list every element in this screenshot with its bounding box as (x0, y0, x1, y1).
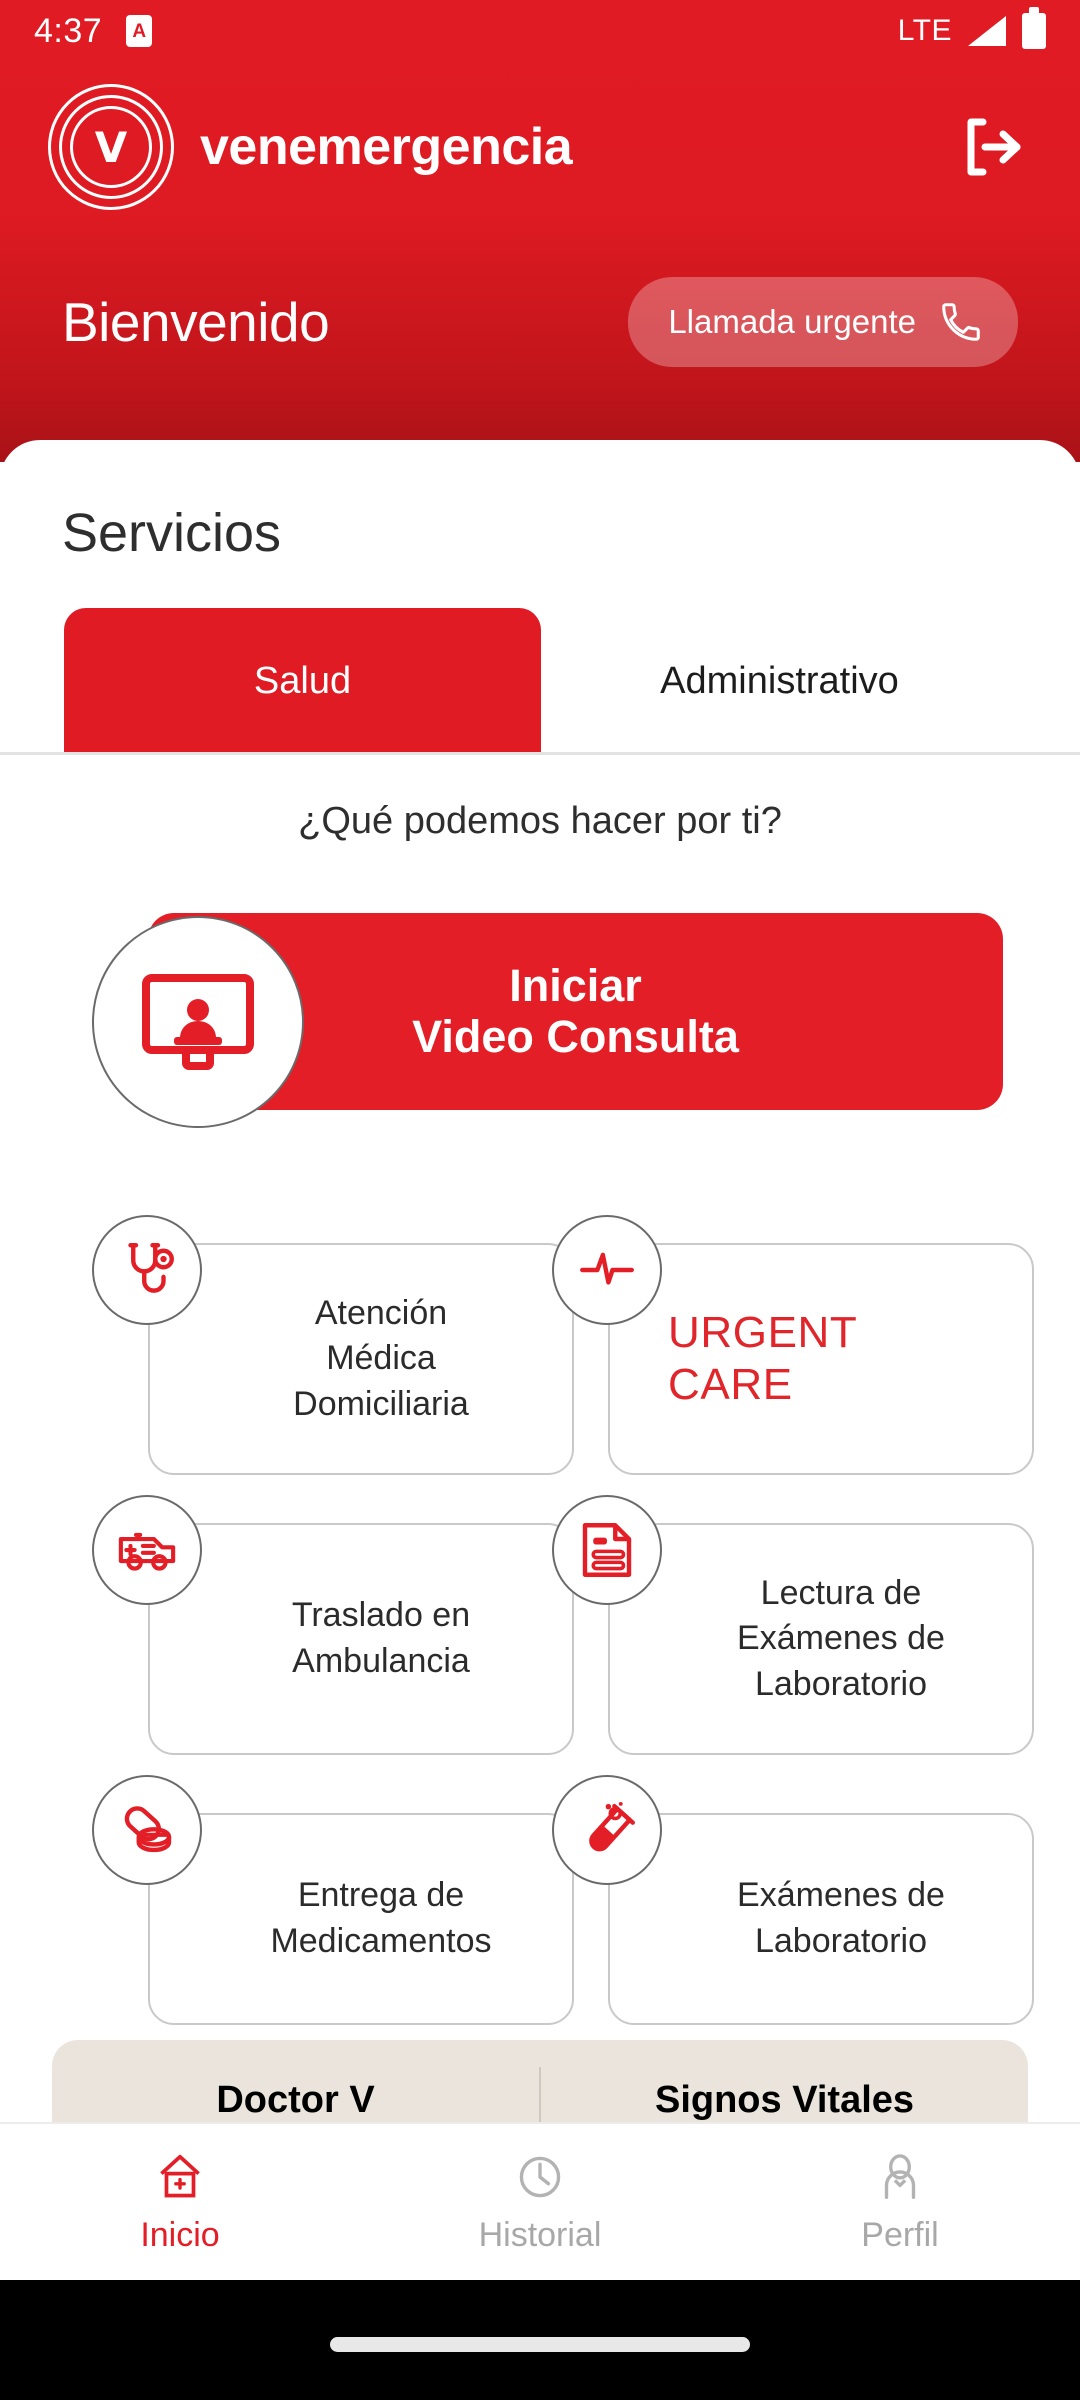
service-card-examenes-de-laboratorio[interactable]: Exámenes de Laboratorio (552, 1775, 1034, 2025)
logo-letter: V (94, 122, 128, 172)
nav-label-perfil: Perfil (861, 2215, 939, 2254)
video-consult-line1: Iniciar (509, 959, 642, 1011)
tab-administrativo-label: Administrativo (660, 659, 899, 702)
service-label: Lectura de Exámenes de Laboratorio (737, 1573, 945, 1703)
video-consult-row: Iniciar Video Consulta (0, 913, 1080, 1129)
service-card-body: Exámenes de Laboratorio (608, 1813, 1034, 2025)
app-header: 4:37 A LTE V venemergencia Bienvenido Ll… (0, 0, 1080, 462)
brand-row: V venemergencia (0, 82, 1080, 212)
services-grid: AtenciónMédicaDomiciliaria URGENTCARE (0, 1215, 1080, 2055)
service-card-lectura-examenes-laboratorio[interactable]: Lectura de Exámenes de Laboratorio (552, 1495, 1034, 1755)
banner-doctor-v[interactable]: Doctor V (52, 2079, 539, 2122)
urgent-call-button[interactable]: Llamada urgente (628, 277, 1018, 367)
service-card-urgent-care[interactable]: URGENT CARE (552, 1215, 1034, 1475)
app-screen: 4:37 A LTE V venemergencia Bienvenido Ll… (0, 0, 1080, 2400)
nav-item-historial[interactable]: Historial (360, 2150, 720, 2255)
brand-name: venemergencia (200, 118, 573, 176)
service-card-entrega-de-medicamentos[interactable]: Entrega de Medicamentos (92, 1775, 574, 2025)
services-grid-row: Traslado en Ambulancia Lectura de Exámenes (0, 1495, 1080, 1775)
heartbeat-icon-circle (552, 1215, 662, 1325)
service-card-body: Entrega de Medicamentos (148, 1813, 574, 2025)
ambulance-icon-circle (92, 1495, 202, 1605)
document-lines-icon (582, 1523, 632, 1577)
service-label: Entrega de Medicamentos (270, 1876, 492, 1960)
service-label: Atención Médica Domiciliaria (293, 1293, 469, 1423)
pills-icon-circle (92, 1775, 202, 1885)
tab-salud[interactable]: Salud (64, 608, 541, 754)
services-question: ¿Qué podemos hacer por ti? (298, 800, 782, 842)
phone-icon (942, 303, 980, 341)
welcome-row: Bienvenido Llamada urgente (0, 262, 1080, 382)
page-title: Servicios (62, 503, 282, 563)
test-tube-icon (589, 1801, 635, 1852)
video-consult-icon-circle[interactable] (92, 916, 304, 1128)
urgent-call-label: Llamada urgente (668, 303, 916, 340)
service-card-atencion-medica-domiciliaria[interactable]: Atención Médica Domiciliaria (92, 1215, 574, 1475)
logout-button[interactable] (952, 107, 1032, 187)
service-card-body: Traslado en Ambulancia (148, 1523, 574, 1755)
logout-icon (967, 118, 1021, 176)
service-card-body: Atención Médica Domiciliaria (148, 1243, 574, 1475)
nav-label-inicio: Inicio (140, 2215, 220, 2254)
nav-label-historial: Historial (478, 2215, 602, 2254)
bottom-navigation: Inicio Historial Perfil (0, 2122, 1080, 2280)
ambulance-icon (118, 1532, 176, 1571)
services-tabs: Salud Administrativo (0, 608, 1080, 754)
venemergencia-logo-icon: V (48, 84, 174, 210)
document-lines-icon-circle (552, 1495, 662, 1605)
service-card-traslado-en-ambulancia[interactable]: Traslado en Ambulancia (92, 1495, 574, 1755)
tab-salud-label: Salud (253, 659, 352, 702)
stethoscope-icon-circle (92, 1215, 202, 1325)
tabs-divider (0, 752, 1080, 755)
signal-bars-icon (968, 16, 1006, 46)
service-card-body: URGENT CARE (608, 1243, 1034, 1475)
banner-signos-vitales[interactable]: Signos Vitales (541, 2079, 1028, 2122)
nav-item-perfil[interactable]: Perfil (720, 2150, 1080, 2255)
status-indicators: LTE (897, 7, 1046, 49)
service-label: URGENT CARE (668, 1308, 858, 1409)
status-bar: 4:37 A LTE (0, 0, 1080, 62)
pills-icon (124, 1806, 172, 1853)
home-medical-icon (160, 2154, 200, 2197)
clock-icon (519, 2156, 561, 2197)
service-label: Exámenes de Laboratorio (737, 1876, 945, 1960)
status-time: 4:37 (34, 11, 103, 50)
test-tube-icon-circle (552, 1775, 662, 1885)
video-monitor-person-icon (142, 974, 254, 1070)
video-consult-line2: Video Consulta (412, 1010, 739, 1062)
nav-item-inicio[interactable]: Inicio (0, 2150, 360, 2255)
gesture-home-indicator[interactable] (330, 2337, 750, 2352)
network-type-label: LTE (897, 14, 952, 47)
service-label: Traslado en Ambulancia (291, 1596, 471, 1680)
person-icon (884, 2153, 916, 2199)
app-notification-badge-icon: A (126, 15, 153, 47)
system-gesture-area (0, 2280, 1080, 2400)
tab-administrativo[interactable]: Administrativo (541, 608, 1018, 754)
welcome-title: Bienvenido (62, 291, 330, 353)
service-card-body: Lectura de Exámenes de Laboratorio (608, 1523, 1034, 1755)
stethoscope-icon (128, 1243, 174, 1293)
battery-full-icon (1022, 7, 1046, 49)
services-grid-row: Atención Médica Domiciliaria URGENT CARE (0, 1215, 1080, 1495)
heartbeat-icon (580, 1252, 634, 1285)
services-grid-row: Entrega de Medicamentos Exámenes de Labora… (0, 1775, 1080, 2055)
